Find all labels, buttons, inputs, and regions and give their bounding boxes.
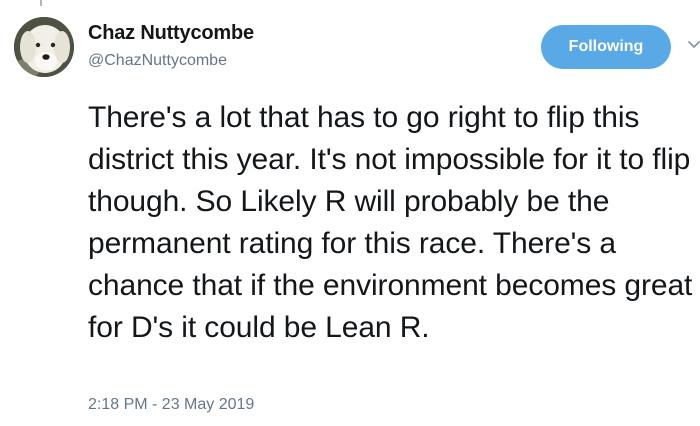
following-button[interactable]: Following (541, 25, 671, 69)
dog-avatar-icon (14, 17, 74, 77)
tweet-card: Chaz Nuttycombe @ChazNuttycombe Followin… (0, 0, 700, 426)
thread-line (40, 0, 42, 6)
tweet-text: There's a lot that has to go right to fl… (88, 101, 693, 344)
avatar[interactable] (14, 17, 74, 77)
author-name[interactable]: Chaz Nuttycombe (88, 22, 254, 45)
author-handle[interactable]: @ChazNuttycombe (88, 52, 227, 70)
chevron-down-icon[interactable] (687, 36, 700, 54)
tweet-timestamp[interactable]: 2:18 PM - 23 May 2019 (88, 396, 254, 414)
